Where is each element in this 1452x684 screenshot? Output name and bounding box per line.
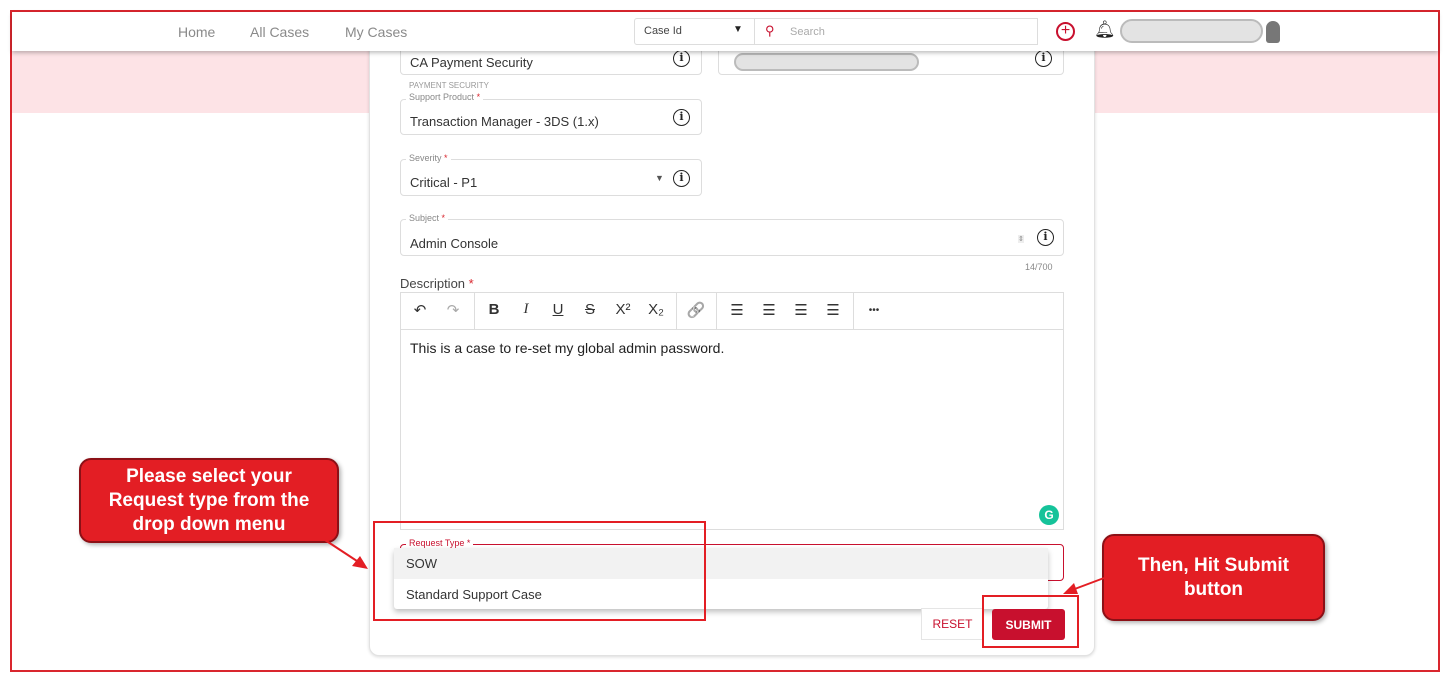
nav-home[interactable]: Home <box>178 24 215 40</box>
screenshot-frame <box>10 10 1440 672</box>
user-name-pill[interactable] <box>1120 19 1263 43</box>
search-icon: ⚲ <box>765 23 775 38</box>
nav-all-cases[interactable]: All Cases <box>250 24 309 40</box>
chevron-down-icon: ▼ <box>733 24 743 35</box>
nav-my-cases[interactable]: My Cases <box>345 24 407 40</box>
search-type-select[interactable]: Case Id ▼ <box>634 18 755 45</box>
search-input[interactable]: ⚲ Search <box>755 18 1038 45</box>
search-placeholder: Search <box>790 26 825 38</box>
avatar[interactable] <box>1266 21 1280 43</box>
bell-icon[interactable]: 🔔︎ <box>1094 20 1116 40</box>
search-type-value: Case Id <box>644 25 682 37</box>
add-case-icon[interactable]: + <box>1056 22 1075 41</box>
top-nav: Home All Cases My Cases Case Id ▼ ⚲ Sear… <box>12 12 1438 51</box>
